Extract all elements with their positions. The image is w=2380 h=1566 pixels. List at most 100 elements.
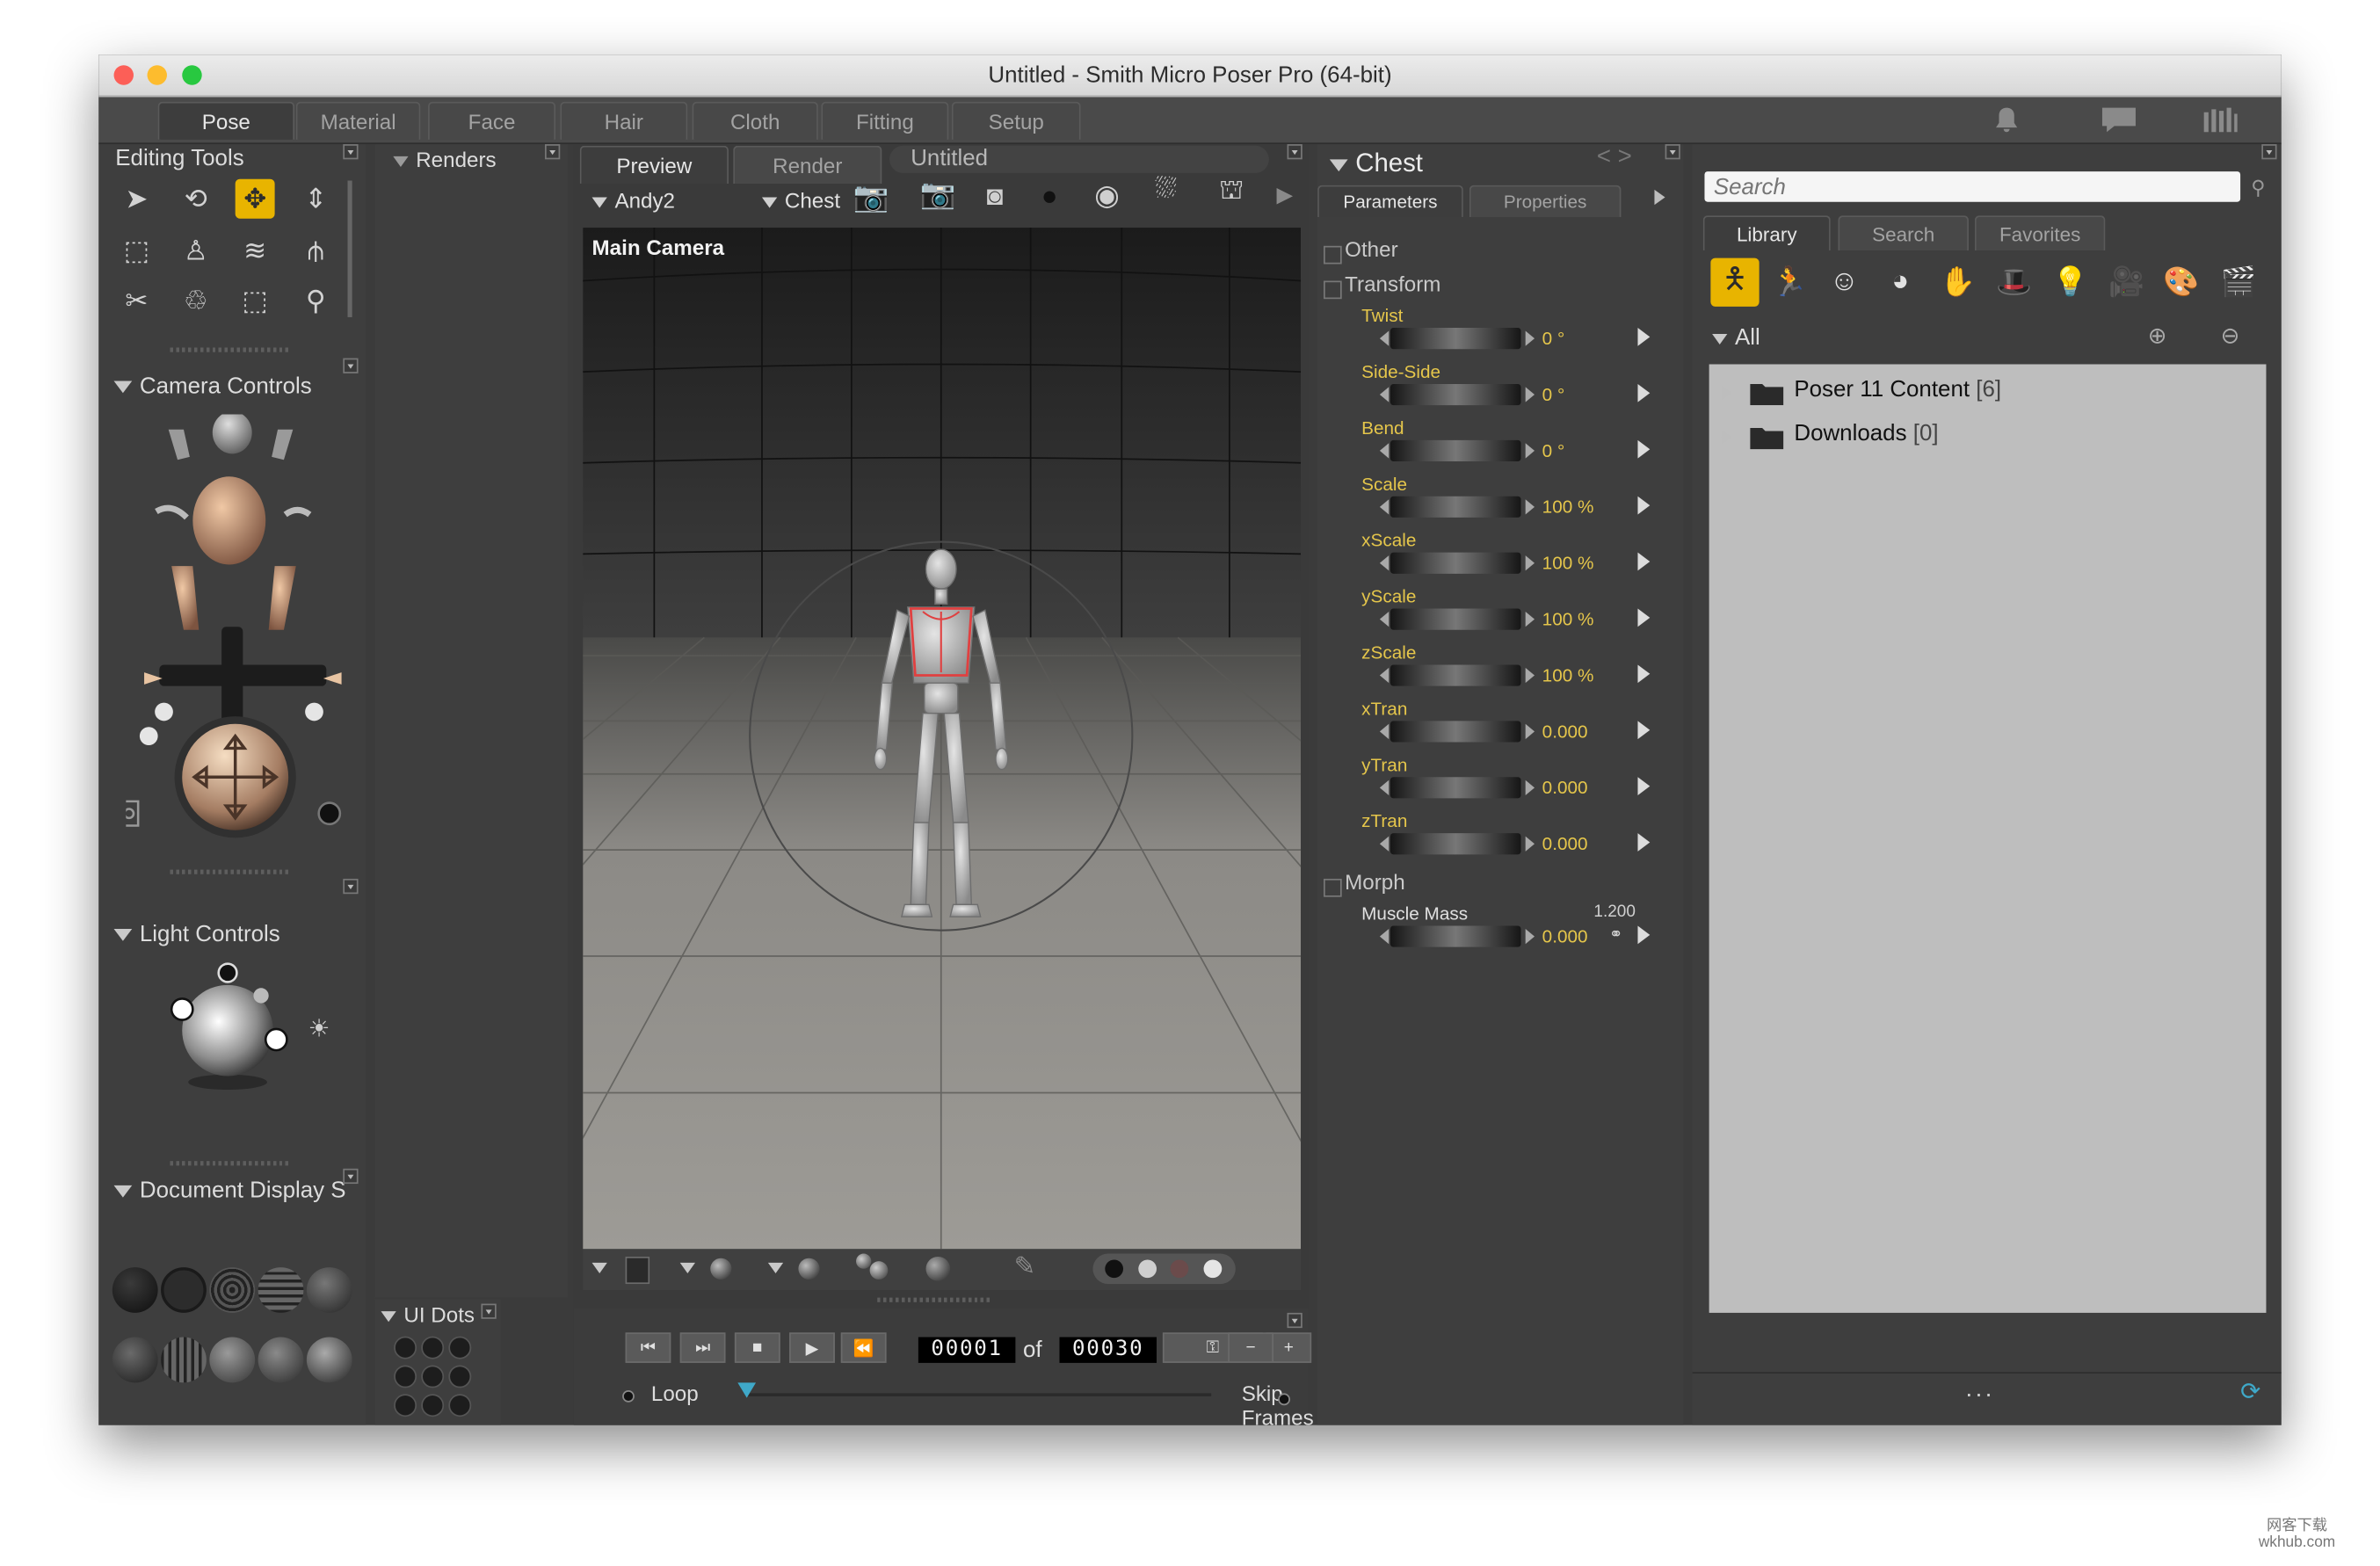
lit-wireframe-style-icon[interactable]: [306, 1267, 352, 1313]
translate-tool-icon[interactable]: ✥: [235, 178, 275, 219]
total-frames-field[interactable]: 00030: [1059, 1337, 1157, 1363]
materials-icon[interactable]: 🎨: [2161, 263, 2201, 302]
increase-arrow-icon[interactable]: [1525, 330, 1535, 346]
background-color-white[interactable]: [1203, 1259, 1223, 1279]
display-menu-arrow-icon[interactable]: [591, 1262, 607, 1273]
parameter-dial-twist[interactable]: Twist 0 °: [1336, 305, 1688, 361]
hidden-line-style-icon[interactable]: [258, 1267, 304, 1313]
increase-arrow-icon[interactable]: [1525, 611, 1535, 627]
tab-cloth[interactable]: Cloth: [692, 101, 818, 140]
parameter-dial-ytran[interactable]: yTran 0.000: [1336, 754, 1688, 810]
parameter-value[interactable]: 100 %: [1542, 664, 1594, 685]
editing-tools-menu-button[interactable]: [343, 144, 359, 160]
taper-tool-icon[interactable]: ♙: [176, 231, 215, 271]
twist-tool-icon[interactable]: ≋: [236, 231, 275, 271]
increase-arrow-icon[interactable]: [1525, 779, 1535, 795]
library-search-input[interactable]: [1704, 171, 2241, 202]
figure-icon[interactable]: 🯅: [1710, 257, 1760, 307]
floor-camera-icon[interactable]: ⛆: [1155, 173, 1177, 205]
multiple-spheres-icon[interactable]: [856, 1253, 896, 1285]
tools-scrollbar[interactable]: [347, 180, 352, 317]
render-settings-icon[interactable]: ◙: [987, 181, 1004, 213]
parameter-slider[interactable]: [1390, 383, 1521, 406]
wireframe-style-icon[interactable]: [209, 1267, 256, 1313]
list-item[interactable]: Poser 11 Content [6]: [1709, 370, 2267, 412]
library-menu-button[interactable]: [2261, 144, 2277, 160]
chat-icon[interactable]: [2101, 106, 2137, 134]
increase-arrow-icon[interactable]: [1525, 836, 1535, 852]
flat-shaded-style-icon[interactable]: [112, 1337, 158, 1383]
tab-hair[interactable]: Hair: [560, 101, 688, 140]
background-color-selector[interactable]: [1092, 1253, 1236, 1285]
parameter-options-arrow-icon[interactable]: [1637, 721, 1651, 740]
background-color-brown[interactable]: [1170, 1259, 1189, 1279]
cartoon-style-icon[interactable]: [209, 1337, 256, 1383]
parameter-slider[interactable]: [1390, 777, 1521, 799]
parameter-value[interactable]: 0.000: [1542, 925, 1588, 946]
parameter-slider[interactable]: [1390, 925, 1521, 947]
parameter-value[interactable]: 0 °: [1542, 328, 1565, 349]
group-transform[interactable]: Transform: [1345, 272, 1440, 296]
flat-lined-style-icon[interactable]: [161, 1337, 207, 1383]
parameter-dial-ztran[interactable]: zTran 0.000: [1336, 810, 1688, 866]
tab-pose[interactable]: Pose: [157, 101, 295, 140]
background-color-black[interactable]: [1105, 1259, 1124, 1279]
figure-style-icon[interactable]: [710, 1258, 732, 1280]
stop-button[interactable]: ■: [734, 1332, 780, 1363]
parameter-value[interactable]: 100 %: [1542, 553, 1594, 574]
translate-in-out-tool-icon[interactable]: ⇕: [296, 179, 336, 219]
increase-arrow-icon[interactable]: [1525, 667, 1535, 684]
parameter-value[interactable]: 0.000: [1542, 721, 1588, 742]
parameter-slider[interactable]: [1390, 552, 1521, 574]
increase-arrow-icon[interactable]: [1525, 555, 1535, 571]
decrease-arrow-icon[interactable]: [1379, 836, 1390, 852]
background-color-light[interactable]: [1138, 1259, 1157, 1279]
loop-toggle[interactable]: [622, 1389, 635, 1403]
parameter-options-arrow-icon[interactable]: [1637, 777, 1651, 795]
parameter-options-arrow-icon[interactable]: [1637, 833, 1651, 852]
element-menu-arrow-icon[interactable]: [679, 1262, 695, 1273]
silhouette-style-icon[interactable]: [112, 1267, 158, 1313]
increase-arrow-icon[interactable]: [1525, 443, 1535, 459]
light-icon[interactable]: 💡: [2050, 263, 2090, 302]
tab-render[interactable]: Render: [733, 145, 882, 184]
parameter-dial-scale[interactable]: Scale 100 %: [1336, 474, 1688, 530]
step-back-button[interactable]: ⏪: [840, 1332, 887, 1363]
render-camera-icon[interactable]: 📷: [853, 179, 889, 215]
hair-icon[interactable]: ◕: [1881, 263, 1920, 302]
tab-library[interactable]: Library: [1702, 215, 1831, 250]
tab-setup[interactable]: Setup: [951, 101, 1081, 140]
actor-selector[interactable]: Chest: [761, 188, 850, 213]
parameter-value[interactable]: 0.000: [1542, 777, 1588, 798]
scenes-icon[interactable]: 🎬: [2219, 263, 2259, 302]
parameter-dial-yscale[interactable]: yScale 100 %: [1336, 586, 1688, 642]
decrease-arrow-icon[interactable]: [1379, 928, 1390, 945]
light-controls-menu-button[interactable]: [343, 878, 359, 895]
panel-resize-grip[interactable]: [877, 1297, 993, 1302]
increase-arrow-icon[interactable]: [1525, 387, 1535, 402]
decrease-arrow-icon[interactable]: [1379, 499, 1390, 515]
preview-sphere-icon[interactable]: [925, 1256, 951, 1281]
parameter-dial-bend[interactable]: Bend 0 °: [1336, 417, 1688, 474]
parameter-dial-side-side[interactable]: Side-Side 0 °: [1336, 361, 1688, 417]
parameter-options-arrow-icon[interactable]: [1637, 552, 1651, 571]
current-frame-field[interactable]: 00001: [918, 1337, 1016, 1363]
expand-arrow-icon[interactable]: [1721, 385, 1732, 401]
collapse-other-icon[interactable]: [1323, 245, 1342, 265]
parameter-options-arrow-icon[interactable]: [1637, 383, 1651, 402]
select-tool-icon[interactable]: ➤: [117, 179, 156, 219]
collapse-transform-icon[interactable]: [1323, 280, 1342, 300]
increase-arrow-icon[interactable]: [1525, 499, 1535, 515]
panel-resize-grip[interactable]: [170, 869, 289, 874]
hand-icon[interactable]: ✋: [1938, 263, 1977, 302]
parameter-options-arrow-icon[interactable]: [1637, 328, 1651, 346]
parameter-value[interactable]: 0 °: [1542, 440, 1565, 461]
paint-brush-icon[interactable]: ✎: [1014, 1252, 1036, 1283]
parameter-value[interactable]: 0 °: [1542, 384, 1565, 405]
ground-shadow-icon[interactable]: [625, 1256, 650, 1285]
tab-search[interactable]: Search: [1838, 215, 1969, 250]
library-icon[interactable]: [2201, 106, 2240, 134]
skip-frames-toggle-dot[interactable]: [1278, 1393, 1290, 1406]
face-icon[interactable]: ☺: [1825, 263, 1864, 302]
parameter-value[interactable]: 0.000: [1542, 833, 1588, 854]
